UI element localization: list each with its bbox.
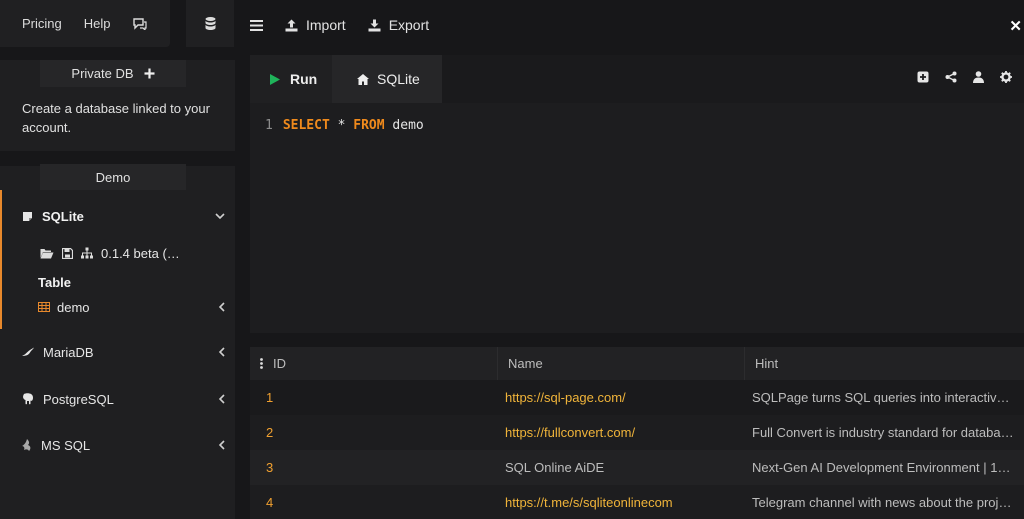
- private-db-tab[interactable]: Private DB: [40, 60, 186, 87]
- chevron-left-icon[interactable]: [218, 347, 225, 357]
- table-row[interactable]: 3 SQL Online AiDE Next-Gen AI Developmen…: [250, 450, 1024, 485]
- chevron-left-icon[interactable]: [218, 394, 225, 404]
- cell-id: 2: [266, 425, 274, 440]
- cell-hint: Telegram channel with news about the pro…: [752, 495, 1016, 510]
- mssql-label: MS SQL: [41, 437, 91, 453]
- sqlite-icon: [22, 211, 33, 222]
- postgresql-label: PostgreSQL: [43, 391, 114, 407]
- table-row[interactable]: 1 https://sql-page.com/ SQLPage turns SQ…: [250, 380, 1024, 415]
- save-icon[interactable]: [62, 247, 73, 259]
- demo-tab[interactable]: Demo: [40, 164, 186, 190]
- close-icon[interactable]: ✕: [1009, 17, 1022, 35]
- results-table: ID Name Hint 1 https://sql-page.com/ SQL…: [250, 347, 1024, 519]
- sql-text: *: [329, 118, 354, 133]
- run-label: Run: [290, 71, 318, 87]
- sql-text: demo: [384, 118, 424, 133]
- cell-hint: Next-Gen AI Development Environment | 10…: [752, 460, 1018, 475]
- cell-hint: SQLPage turns SQL queries into interacti…: [752, 390, 1017, 405]
- column-label: ID: [273, 356, 286, 371]
- version-label[interactable]: 0.1.4 beta (…: [101, 246, 180, 261]
- top-nav: Pricing Help: [0, 0, 170, 47]
- chevron-left-icon[interactable]: [218, 302, 225, 312]
- column-label: Name: [508, 356, 543, 371]
- table-item-demo[interactable]: demo: [38, 297, 227, 317]
- table-row[interactable]: 4 https://t.me/s/sqliteonlinecom Telegra…: [250, 485, 1024, 519]
- sql-keyword: FROM: [353, 118, 385, 133]
- import-button[interactable]: Import: [285, 17, 346, 33]
- column-header-id[interactable]: ID: [250, 347, 498, 380]
- postgresql-icon: [22, 393, 34, 405]
- main-toolbar: Import Export: [250, 10, 429, 40]
- sidebar-item-mssql[interactable]: MS SQL: [22, 435, 227, 455]
- export-button[interactable]: Export: [368, 17, 429, 33]
- user-icon[interactable]: [973, 71, 984, 83]
- export-label: Export: [388, 17, 430, 33]
- table-header: ID Name Hint: [250, 347, 1024, 380]
- table-item-label: demo: [57, 299, 90, 315]
- cell-hint: Full Convert is industry standard for da…: [752, 425, 1014, 440]
- cell-id: 4: [266, 495, 274, 510]
- add-tab-icon[interactable]: [917, 71, 929, 83]
- cell-id: 3: [266, 460, 274, 475]
- cell-id: 1: [266, 390, 274, 405]
- private-db-label: Private DB: [71, 66, 134, 81]
- run-button[interactable]: Run: [250, 55, 332, 103]
- chevron-down-icon[interactable]: [215, 212, 225, 220]
- editor-actions: [917, 71, 1012, 83]
- download-icon: [368, 19, 381, 32]
- share-icon[interactable]: [945, 71, 957, 83]
- column-label: Hint: [755, 356, 779, 371]
- sql-editor[interactable]: 1 SELECT * FROM demo: [265, 118, 424, 133]
- sqlite-label: SQLite: [42, 208, 84, 224]
- tab-label: SQLite: [377, 71, 420, 87]
- database-icon: [205, 17, 216, 30]
- pricing-link[interactable]: Pricing: [22, 16, 62, 31]
- home-icon: [357, 73, 369, 85]
- cell-name: SQL Online AiDE: [505, 460, 605, 475]
- cell-name-link[interactable]: https://sql-page.com/: [498, 390, 745, 405]
- sqlite-tools-row: 0.1.4 beta (…: [40, 243, 230, 263]
- hamburger-menu-icon[interactable]: [250, 19, 263, 31]
- cell-name-link[interactable]: https://fullconvert.com/: [498, 425, 745, 440]
- sql-keyword: SELECT: [282, 118, 330, 133]
- database-button[interactable]: [186, 0, 234, 47]
- folder-open-icon[interactable]: [40, 248, 54, 259]
- sidebar-item-postgresql[interactable]: PostgreSQL: [22, 389, 227, 409]
- mssql-icon: [22, 439, 32, 451]
- editor-panel: Run SQLite 1 SELECT * FROM demo: [250, 55, 1024, 333]
- mariadb-label: MariaDB: [43, 344, 94, 360]
- column-menu-icon[interactable]: [260, 358, 263, 369]
- chevron-left-icon[interactable]: [218, 440, 225, 450]
- sidebar-item-sqlite[interactable]: SQLite: [22, 206, 227, 226]
- private-db-description: Create a database linked to your account…: [22, 101, 210, 135]
- sitemap-icon[interactable]: [81, 247, 93, 259]
- tab-sqlite[interactable]: SQLite: [332, 55, 442, 103]
- table-icon: [38, 302, 50, 312]
- line-number: 1: [265, 118, 273, 133]
- sidebar: Pricing Help Private DB Create a databas…: [0, 0, 235, 519]
- column-header-name[interactable]: Name: [498, 347, 745, 380]
- plus-icon[interactable]: [144, 68, 155, 79]
- column-header-hint[interactable]: Hint: [745, 347, 1024, 380]
- chat-icon[interactable]: [132, 17, 147, 30]
- table-row[interactable]: 2 https://fullconvert.com/ Full Convert …: [250, 415, 1024, 450]
- cell-name-link[interactable]: https://t.me/s/sqliteonlinecom: [498, 495, 745, 510]
- help-link[interactable]: Help: [84, 16, 111, 31]
- table-heading: Table: [38, 274, 71, 290]
- sidebar-item-mariadb[interactable]: MariaDB: [22, 342, 227, 362]
- import-label: Import: [306, 17, 346, 33]
- gear-icon[interactable]: [1000, 71, 1012, 83]
- upload-icon: [285, 19, 298, 32]
- play-icon: [270, 73, 280, 85]
- mariadb-icon: [22, 347, 34, 357]
